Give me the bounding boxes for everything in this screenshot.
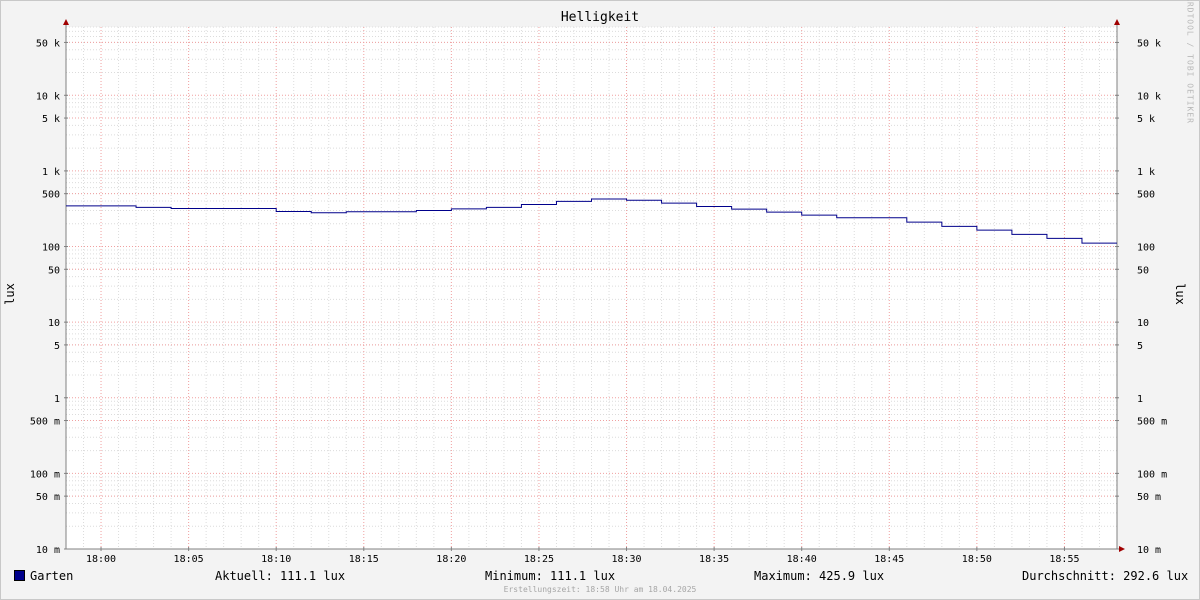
- x-axis-arrow: [1119, 546, 1125, 552]
- y-tick-label-left: 500 m: [30, 417, 60, 428]
- x-tick-label: 18:20: [436, 554, 466, 565]
- legend-maximum: Maximum: 425.9 lux: [754, 569, 885, 583]
- y-tick-label-right: 1 k: [1137, 167, 1155, 178]
- x-tick-label: 18:45: [874, 554, 904, 565]
- y-tick-label-right: 100: [1137, 243, 1155, 254]
- y-tick-label-left: 10 k: [36, 91, 60, 102]
- legend-swatch-garten: [14, 570, 25, 581]
- x-tick-label: 18:25: [524, 554, 554, 565]
- y-tick-label-right: 1: [1137, 394, 1143, 405]
- x-tick-label: 18:35: [699, 554, 729, 565]
- legend-average: Durchschnitt: 292.6 lux: [1022, 569, 1189, 583]
- y-tick-label-right: 50 k: [1137, 38, 1161, 49]
- x-tick-label: 18:00: [86, 554, 116, 565]
- x-tick-label: 18:10: [261, 554, 291, 565]
- y-tick-label-left: 500: [42, 190, 60, 201]
- y-tick-label-right: 10: [1137, 318, 1149, 329]
- y-axis-arrow-right: [1114, 19, 1120, 25]
- y-tick-label-left: 50: [48, 265, 60, 276]
- y-tick-label-right: 500: [1137, 190, 1155, 201]
- y-tick-label-left: 50 m: [36, 492, 60, 503]
- plot-area: 50 k 50 k 10 k 10 k 5 k 5 k 1 k 1 k 500 500 100 100…: [30, 19, 1167, 565]
- y-tick-label-left: 5: [54, 341, 60, 352]
- x-tick-label: 18:55: [1049, 554, 1079, 565]
- y-tick-label-left: 100 m: [30, 469, 60, 480]
- x-tick-label: 18:15: [349, 554, 379, 565]
- creation-time-footer: Erstellungszeit: 18:58 Uhr am 18.04.2025: [503, 585, 697, 594]
- y-tick-label-left: 10: [48, 318, 60, 329]
- y-tick-label-right: 10 k: [1137, 91, 1161, 102]
- x-tick-label: 18:30: [611, 554, 641, 565]
- y-tick-label-left: 1: [54, 394, 60, 405]
- y-tick-label-left: 5 k: [42, 114, 60, 125]
- x-tick-label: 18:40: [787, 554, 817, 565]
- y-tick-label-right: 5: [1137, 341, 1143, 352]
- y-tick-label-left: 1 k: [42, 167, 60, 178]
- y-tick-label-right: 500 m: [1137, 417, 1167, 428]
- y-tick-label-right: 100 m: [1137, 469, 1167, 480]
- legend: Garten Aktuell: 111.1 lux Minimum: 111.1…: [0, 569, 1200, 583]
- y-tick-label-right: 10 m: [1137, 545, 1161, 556]
- x-tick-label: 18:05: [174, 554, 204, 565]
- y-tick-label-left: 100: [42, 243, 60, 254]
- y-tick-label-right: 5 k: [1137, 114, 1155, 125]
- x-tick-label: 18:50: [962, 554, 992, 565]
- y-tick-label-right: 50 m: [1137, 492, 1161, 503]
- legend-series-name: Garten: [30, 569, 74, 583]
- legend-minimum: Minimum: 111.1 lux: [485, 569, 616, 583]
- y-axis-arrow-left: [63, 19, 69, 25]
- y-tick-label-right: 50: [1137, 265, 1149, 276]
- y-tick-label-left: 10 m: [36, 545, 60, 556]
- y-tick-label-left: 50 k: [36, 38, 60, 49]
- legend-current: Aktuell: 111.1 lux: [215, 569, 346, 583]
